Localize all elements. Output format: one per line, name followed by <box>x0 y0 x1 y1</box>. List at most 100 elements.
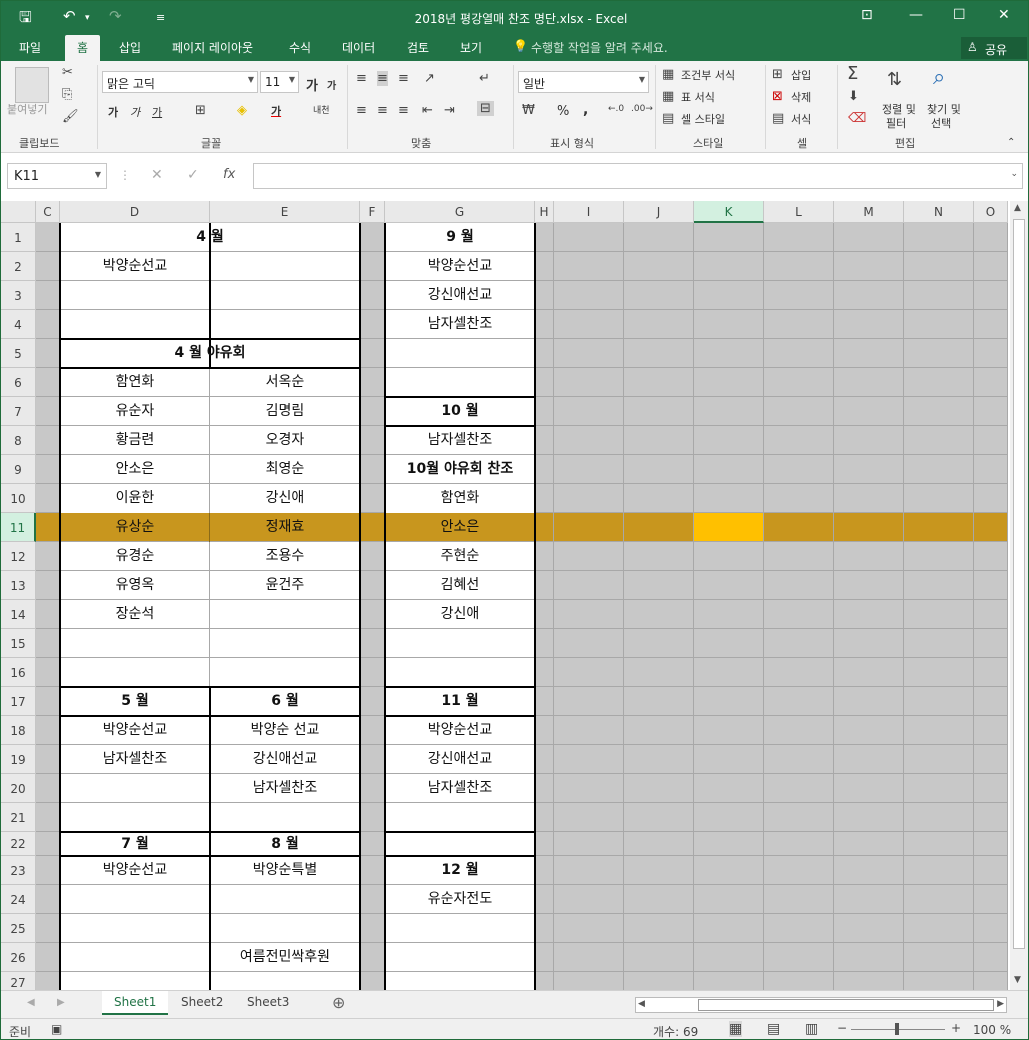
increase-indent-icon[interactable]: ⇥ <box>444 103 455 118</box>
row-header-8[interactable]: 8 <box>1 426 36 455</box>
column-header-f[interactable]: F <box>360 201 385 223</box>
expand-formula-icon[interactable]: ⌄ <box>1010 169 1018 179</box>
cell-d7[interactable]: 유순자 <box>60 397 210 426</box>
cell-e19[interactable]: 강신애선교 <box>210 745 360 774</box>
cell-g10[interactable]: 함연화 <box>385 484 535 513</box>
cell-g23[interactable]: 12 월 <box>385 856 535 885</box>
cell-e6[interactable]: 서옥순 <box>210 368 360 397</box>
bold-button[interactable]: 가 <box>108 104 118 120</box>
save-icon[interactable]: 🖫 <box>19 7 32 32</box>
cell-d14[interactable]: 장순석 <box>60 600 210 629</box>
cell-e10[interactable]: 강신애 <box>210 484 360 513</box>
row-header-4[interactable]: 4 <box>1 310 36 339</box>
cell-d12[interactable]: 유경순 <box>60 542 210 571</box>
row-header-22[interactable]: 22 <box>1 832 36 856</box>
row-header-14[interactable]: 14 <box>1 600 36 629</box>
clipboard-icon[interactable] <box>15 67 49 103</box>
shrink-font-button[interactable]: 가 <box>327 77 336 92</box>
zoom-level[interactable]: 100 % <box>973 1023 1011 1037</box>
delete-cells-button[interactable]: 삭제 <box>791 89 811 105</box>
row-header-5[interactable]: 5 <box>1 339 36 368</box>
align-bottom-icon[interactable]: ≡ <box>398 71 409 86</box>
cut-icon[interactable]: ✂ <box>62 65 73 80</box>
select-all-corner[interactable] <box>1 201 36 223</box>
cell-e11[interactable]: 정재효 <box>210 513 360 542</box>
maximize-icon[interactable]: ☐ <box>953 7 966 23</box>
align-top-icon[interactable]: ≡ <box>356 71 367 86</box>
copy-icon[interactable]: ⎘ <box>62 87 72 102</box>
row-header-21[interactable]: 21 <box>1 803 36 832</box>
zoom-out-icon[interactable]: − <box>837 1021 847 1035</box>
active-cell-k11[interactable] <box>694 513 764 542</box>
cell-d22[interactable]: 7 월 <box>60 832 210 856</box>
cell-d18[interactable]: 박양순선교 <box>60 716 210 745</box>
customize-qat-icon[interactable]: ≡ <box>156 11 165 24</box>
sort-filter-line2[interactable]: 필터 <box>886 115 906 131</box>
decrease-decimal-icon[interactable]: .00→ <box>631 104 653 114</box>
row-header-15[interactable]: 15 <box>1 629 36 658</box>
cell-e13[interactable]: 윤건주 <box>210 571 360 600</box>
cell-e26[interactable]: 여름전민싹후원 <box>210 943 360 972</box>
share-button[interactable]: ♙ 공유 <box>961 37 1027 59</box>
close-icon[interactable]: ✕ <box>998 7 1010 23</box>
cell-g8[interactable]: 남자셀찬조 <box>385 426 535 455</box>
cell-e17[interactable]: 6 월 <box>210 687 360 716</box>
minimize-icon[interactable]: — <box>909 7 923 23</box>
cell-g7[interactable]: 10 월 <box>385 397 535 426</box>
cell-d1[interactable]: 4 월 <box>60 223 360 252</box>
tab-page-layout[interactable]: 페이지 레이아웃 <box>172 39 253 56</box>
cell-d5[interactable]: 4 월 야유회 <box>60 339 360 368</box>
column-header-k[interactable]: K <box>694 201 764 223</box>
tab-data[interactable]: 데이터 <box>342 39 375 56</box>
phonetic-button[interactable]: 내천 <box>313 103 330 116</box>
column-header-c[interactable]: C <box>36 201 60 223</box>
cell-g18[interactable]: 박양순선교 <box>385 716 535 745</box>
cell-d11[interactable]: 유상순 <box>60 513 210 542</box>
undo-icon[interactable]: ↶ <box>63 7 76 25</box>
scroll-thumb[interactable] <box>1013 219 1025 949</box>
zoom-in-icon[interactable]: + <box>951 1021 961 1035</box>
cell-g2[interactable]: 박양순선교 <box>385 252 535 281</box>
insert-function-button[interactable]: fx <box>223 167 235 182</box>
font-color-button[interactable]: 가 <box>271 103 281 119</box>
normal-view-icon[interactable]: ▦ <box>729 1021 743 1037</box>
page-break-view-icon[interactable]: ▥ <box>805 1021 818 1037</box>
format-painter-icon[interactable]: 🖌 <box>62 109 79 124</box>
font-size-select[interactable]: 11 ▼ <box>260 71 299 93</box>
sheet-tab-sheet1[interactable]: Sheet1 <box>102 991 169 1015</box>
tab-insert[interactable]: 삽입 <box>119 39 141 56</box>
insert-cells-button[interactable]: 삽입 <box>791 67 811 83</box>
column-header-h[interactable]: H <box>535 201 554 223</box>
orientation-icon[interactable]: ↗ <box>424 71 435 86</box>
cell-d2[interactable]: 박양순선교 <box>60 252 210 281</box>
name-box[interactable]: K11 ▼ <box>7 163 107 189</box>
scroll-left-icon[interactable]: ◀ <box>638 999 645 1009</box>
column-header-o[interactable]: O <box>974 201 1008 223</box>
scroll-right-icon[interactable]: ▶ <box>997 999 1004 1009</box>
column-header-n[interactable]: N <box>904 201 974 223</box>
cell-d13[interactable]: 유영옥 <box>60 571 210 600</box>
cell-e7[interactable]: 김명림 <box>210 397 360 426</box>
cell-d6[interactable]: 함연화 <box>60 368 210 397</box>
tab-formulas[interactable]: 수식 <box>289 39 311 56</box>
cell-e18[interactable]: 박양순 선교 <box>210 716 360 745</box>
row-header-18[interactable]: 18 <box>1 716 36 745</box>
column-header-e[interactable]: E <box>210 201 360 223</box>
cell-g11[interactable]: 안소은 <box>385 513 535 542</box>
page-layout-view-icon[interactable]: ▤ <box>767 1021 780 1037</box>
border-icon[interactable]: ⊞ <box>195 103 206 118</box>
column-header-m[interactable]: M <box>834 201 904 223</box>
undo-dropdown-icon[interactable]: ▾ <box>85 13 90 23</box>
comma-button[interactable]: , <box>583 102 588 118</box>
formula-input[interactable]: ⌄ <box>253 163 1023 189</box>
cell-g20[interactable]: 남자셀찬조 <box>385 774 535 803</box>
cell-e8[interactable]: 오경자 <box>210 426 360 455</box>
tab-home[interactable]: 홈 <box>65 35 101 61</box>
row-header-7[interactable]: 7 <box>1 397 36 426</box>
cell-g1[interactable]: 9 월 <box>385 223 535 252</box>
scroll-up-icon[interactable]: ▲ <box>1014 203 1021 213</box>
row-header-17[interactable]: 17 <box>1 687 36 716</box>
new-sheet-icon[interactable]: ⊕ <box>332 993 345 1012</box>
number-format-select[interactable]: 일반 ▼ <box>518 71 649 93</box>
cell-g19[interactable]: 강신애선교 <box>385 745 535 774</box>
